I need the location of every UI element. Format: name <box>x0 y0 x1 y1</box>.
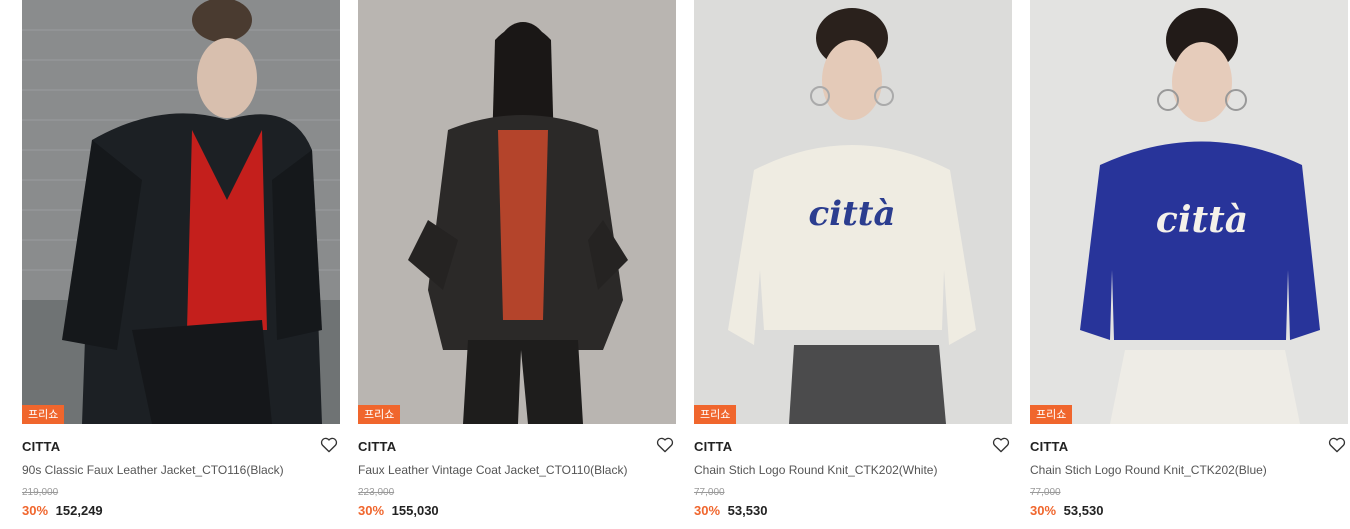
preshow-badge: 프리쇼 <box>358 405 401 424</box>
brand-name[interactable]: CITTA <box>1030 439 1068 454</box>
product-card[interactable]: città 프리쇼 CITTA Chain Stich Logo Round K… <box>1030 0 1348 529</box>
sale-price: 155,030 <box>391 503 439 518</box>
product-image[interactable]: 프리쇼 <box>358 0 676 424</box>
product-image[interactable]: città 프리쇼 <box>694 0 1012 424</box>
discount-rate: 30% <box>1030 503 1057 518</box>
product-title[interactable]: 90s Classic Faux Leather Jacket_CTO116(B… <box>22 463 322 477</box>
original-price: 223,000 <box>358 487 395 498</box>
heart-outline-icon[interactable] <box>992 436 1010 453</box>
preshow-badge: 프리쇼 <box>694 405 737 424</box>
product-title[interactable]: Faux Leather Vintage Coat Jacket_CTO110(… <box>358 463 658 477</box>
knit-logo-text: città <box>808 194 895 234</box>
discount-rate: 30% <box>358 503 385 518</box>
discount-rate: 30% <box>694 503 721 518</box>
original-price: 219,000 <box>22 487 59 498</box>
discount-rate: 30% <box>22 503 49 518</box>
original-price: 77,000 <box>1030 487 1061 498</box>
price-line: 30% 53,530 <box>694 503 767 518</box>
preshow-badge: 프리쇼 <box>1030 405 1073 424</box>
product-grid: 프리쇼 CITTA 90s Classic Faux Leather Jacke… <box>0 0 1350 529</box>
heart-outline-icon[interactable] <box>656 436 674 453</box>
sale-price: 53,530 <box>1063 503 1104 518</box>
brand-name[interactable]: CITTA <box>358 439 396 454</box>
product-image[interactable]: 프리쇼 <box>22 0 340 424</box>
original-price: 77,000 <box>694 487 725 498</box>
brand-name[interactable]: CITTA <box>694 439 732 454</box>
sale-price: 152,249 <box>55 503 103 518</box>
product-card[interactable]: 프리쇼 CITTA 90s Classic Faux Leather Jacke… <box>22 0 340 529</box>
brand-name[interactable]: CITTA <box>22 439 60 454</box>
heart-outline-icon[interactable] <box>320 436 338 453</box>
product-title[interactable]: Chain Stich Logo Round Knit_CTK202(White… <box>694 463 994 477</box>
knit-logo-text: città <box>1156 199 1248 241</box>
price-line: 30% 152,249 <box>22 503 103 518</box>
price-line: 30% 155,030 <box>358 503 439 518</box>
preshow-badge: 프리쇼 <box>22 405 65 424</box>
price-line: 30% 53,530 <box>1030 503 1103 518</box>
product-card[interactable]: città 프리쇼 CITTA Chain Stich Logo Round K… <box>694 0 1012 529</box>
sale-price: 53,530 <box>727 503 768 518</box>
product-image[interactable]: città 프리쇼 <box>1030 0 1348 424</box>
product-card[interactable]: 프리쇼 CITTA Faux Leather Vintage Coat Jack… <box>358 0 676 529</box>
product-title[interactable]: Chain Stich Logo Round Knit_CTK202(Blue) <box>1030 463 1330 477</box>
heart-outline-icon[interactable] <box>1328 436 1346 453</box>
